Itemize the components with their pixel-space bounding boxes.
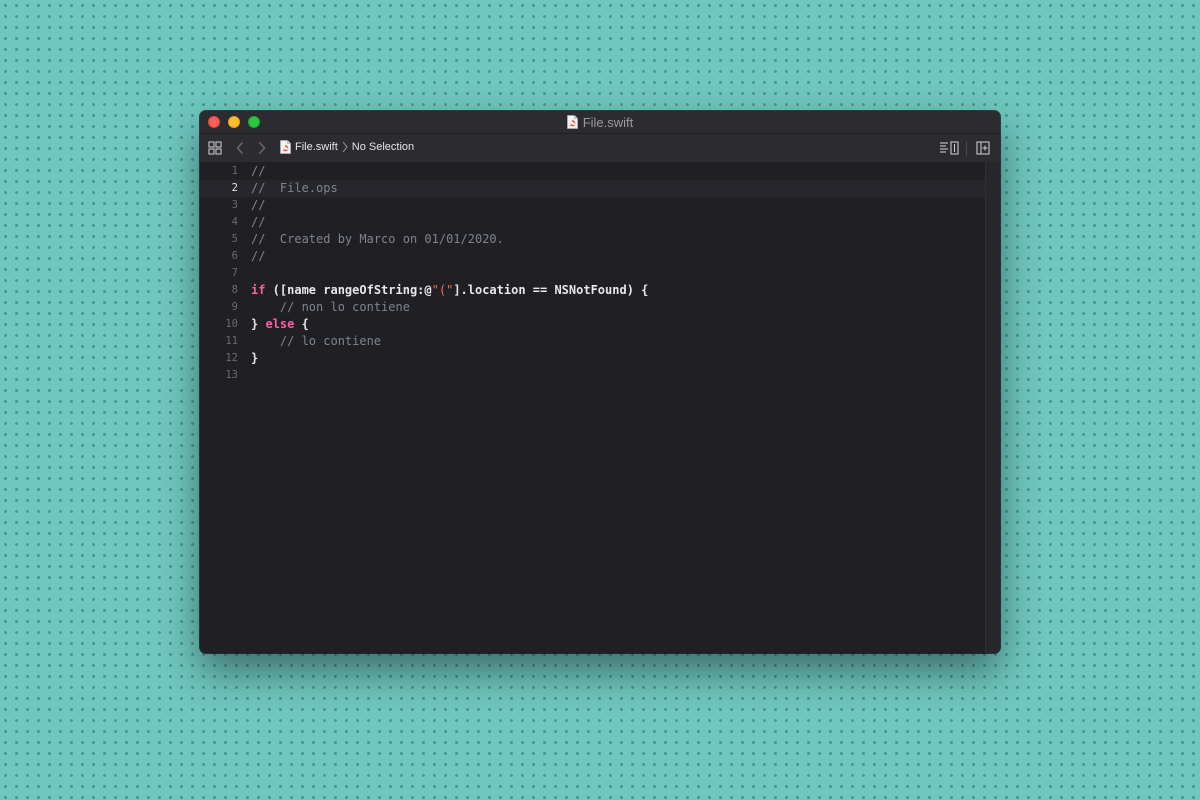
swift-file-icon bbox=[566, 115, 578, 129]
minimize-button[interactable] bbox=[228, 116, 240, 128]
code-line[interactable]: 7 bbox=[200, 265, 985, 282]
code-token: // bbox=[251, 215, 266, 229]
line-number: 8 bbox=[231, 284, 238, 296]
xcode-window: File.swift File.swift No Selection 1 // … bbox=[200, 111, 1000, 653]
line-number: 12 bbox=[225, 352, 238, 364]
line-number: 10 bbox=[225, 318, 238, 330]
code-line[interactable]: 11 // lo contiene bbox=[200, 333, 985, 350]
code-lines[interactable]: 1 // 2 // File.ops 3 // 4 // 5 // Created by Marc… bbox=[200, 163, 985, 384]
code-text[interactable]: // bbox=[251, 214, 265, 231]
line-number: 13 bbox=[225, 369, 238, 381]
jump-bar: File.swift No Selection bbox=[200, 133, 1000, 163]
code-token: // bbox=[251, 164, 266, 178]
breadcrumb-file[interactable]: File.swift bbox=[295, 141, 338, 153]
line-number: 3 bbox=[231, 199, 238, 211]
line-number: 4 bbox=[231, 216, 238, 228]
code-line[interactable]: 3 // bbox=[200, 197, 985, 214]
line-number: 1 bbox=[231, 165, 238, 177]
vertical-scrollbar[interactable] bbox=[985, 162, 1000, 653]
code-text[interactable]: // Created by Marco on 01/01/2020. bbox=[251, 231, 504, 248]
code-text[interactable]: // lo contiene bbox=[251, 333, 381, 350]
code-line[interactable]: 10} else { bbox=[200, 316, 985, 333]
navigate-forward-button[interactable] bbox=[256, 140, 268, 156]
navigate-back-button[interactable] bbox=[234, 140, 246, 156]
editor-options-button[interactable] bbox=[938, 140, 960, 156]
chevron-right-icon bbox=[258, 142, 266, 154]
code-text[interactable]: } bbox=[251, 350, 258, 367]
title-bar[interactable]: File.swift bbox=[200, 111, 1000, 133]
line-number: 9 bbox=[231, 301, 238, 313]
breadcrumb-selection[interactable]: No Selection bbox=[352, 141, 414, 153]
code-token: // Created by Marco on 01/01/2020. bbox=[251, 232, 504, 246]
code-token: "(" bbox=[431, 283, 454, 297]
code-text[interactable]: // File.ops bbox=[251, 180, 338, 197]
code-text[interactable]: // non lo contiene bbox=[251, 299, 410, 316]
chevron-left-icon bbox=[236, 142, 244, 154]
code-text[interactable]: // bbox=[251, 248, 265, 265]
code-token: else bbox=[265, 317, 295, 331]
code-line[interactable]: 12} bbox=[200, 350, 985, 367]
code-text[interactable]: // bbox=[251, 197, 265, 214]
code-line[interactable]: 5 // Created by Marco on 01/01/2020. bbox=[200, 231, 985, 248]
breadcrumb: File.swift No Selection bbox=[280, 140, 414, 154]
window-controls bbox=[208, 116, 260, 128]
code-line[interactable]: 13 bbox=[200, 367, 985, 384]
grid-icon bbox=[208, 141, 222, 155]
source-editor[interactable]: 1 // 2 // File.ops 3 // 4 // 5 // Created by Marc… bbox=[200, 162, 1000, 653]
code-token: // File.ops bbox=[251, 181, 338, 195]
editor-options-icon bbox=[940, 141, 959, 155]
swift-file-icon bbox=[280, 140, 291, 154]
code-token: } bbox=[251, 317, 266, 331]
line-number: 6 bbox=[231, 250, 238, 262]
add-editor-button[interactable] bbox=[975, 140, 991, 156]
window-title-text: File.swift bbox=[582, 114, 634, 130]
code-token: { bbox=[294, 317, 309, 331]
line-number: 11 bbox=[225, 335, 238, 347]
code-line[interactable]: 9 // non lo contiene bbox=[200, 299, 985, 316]
toolbar-divider bbox=[966, 141, 967, 156]
code-text[interactable]: if ([name rangeOfString:@"("].location =… bbox=[251, 282, 648, 299]
code-text[interactable]: } else { bbox=[251, 316, 309, 333]
code-line[interactable]: 2 // File.ops bbox=[200, 180, 985, 197]
code-token: ([name rangeOfString:@ bbox=[265, 283, 432, 297]
breadcrumb-separator-icon bbox=[342, 141, 348, 153]
code-line[interactable]: 1 // bbox=[200, 163, 985, 180]
code-token: // bbox=[251, 198, 266, 212]
code-token: ].location == NSNotFound) { bbox=[453, 283, 649, 297]
code-token: // lo contiene bbox=[251, 334, 382, 348]
code-line[interactable]: 6 // bbox=[200, 248, 985, 265]
related-items-button[interactable] bbox=[207, 140, 223, 156]
code-token: // non lo contiene bbox=[251, 300, 410, 314]
code-line[interactable]: 4 // bbox=[200, 214, 985, 231]
line-number: 5 bbox=[231, 233, 238, 245]
code-token: // bbox=[251, 249, 266, 263]
code-text[interactable]: // bbox=[251, 163, 265, 180]
window-title: File.swift bbox=[566, 114, 634, 130]
line-number: 2 bbox=[231, 182, 238, 194]
zoom-button[interactable] bbox=[248, 116, 260, 128]
code-line[interactable]: 8 if ([name rangeOfString:@"("].location … bbox=[200, 282, 985, 299]
code-token: } bbox=[251, 351, 259, 365]
code-token: if bbox=[251, 283, 266, 297]
add-editor-icon bbox=[976, 141, 990, 155]
line-number: 7 bbox=[231, 267, 238, 279]
close-button[interactable] bbox=[208, 116, 220, 128]
